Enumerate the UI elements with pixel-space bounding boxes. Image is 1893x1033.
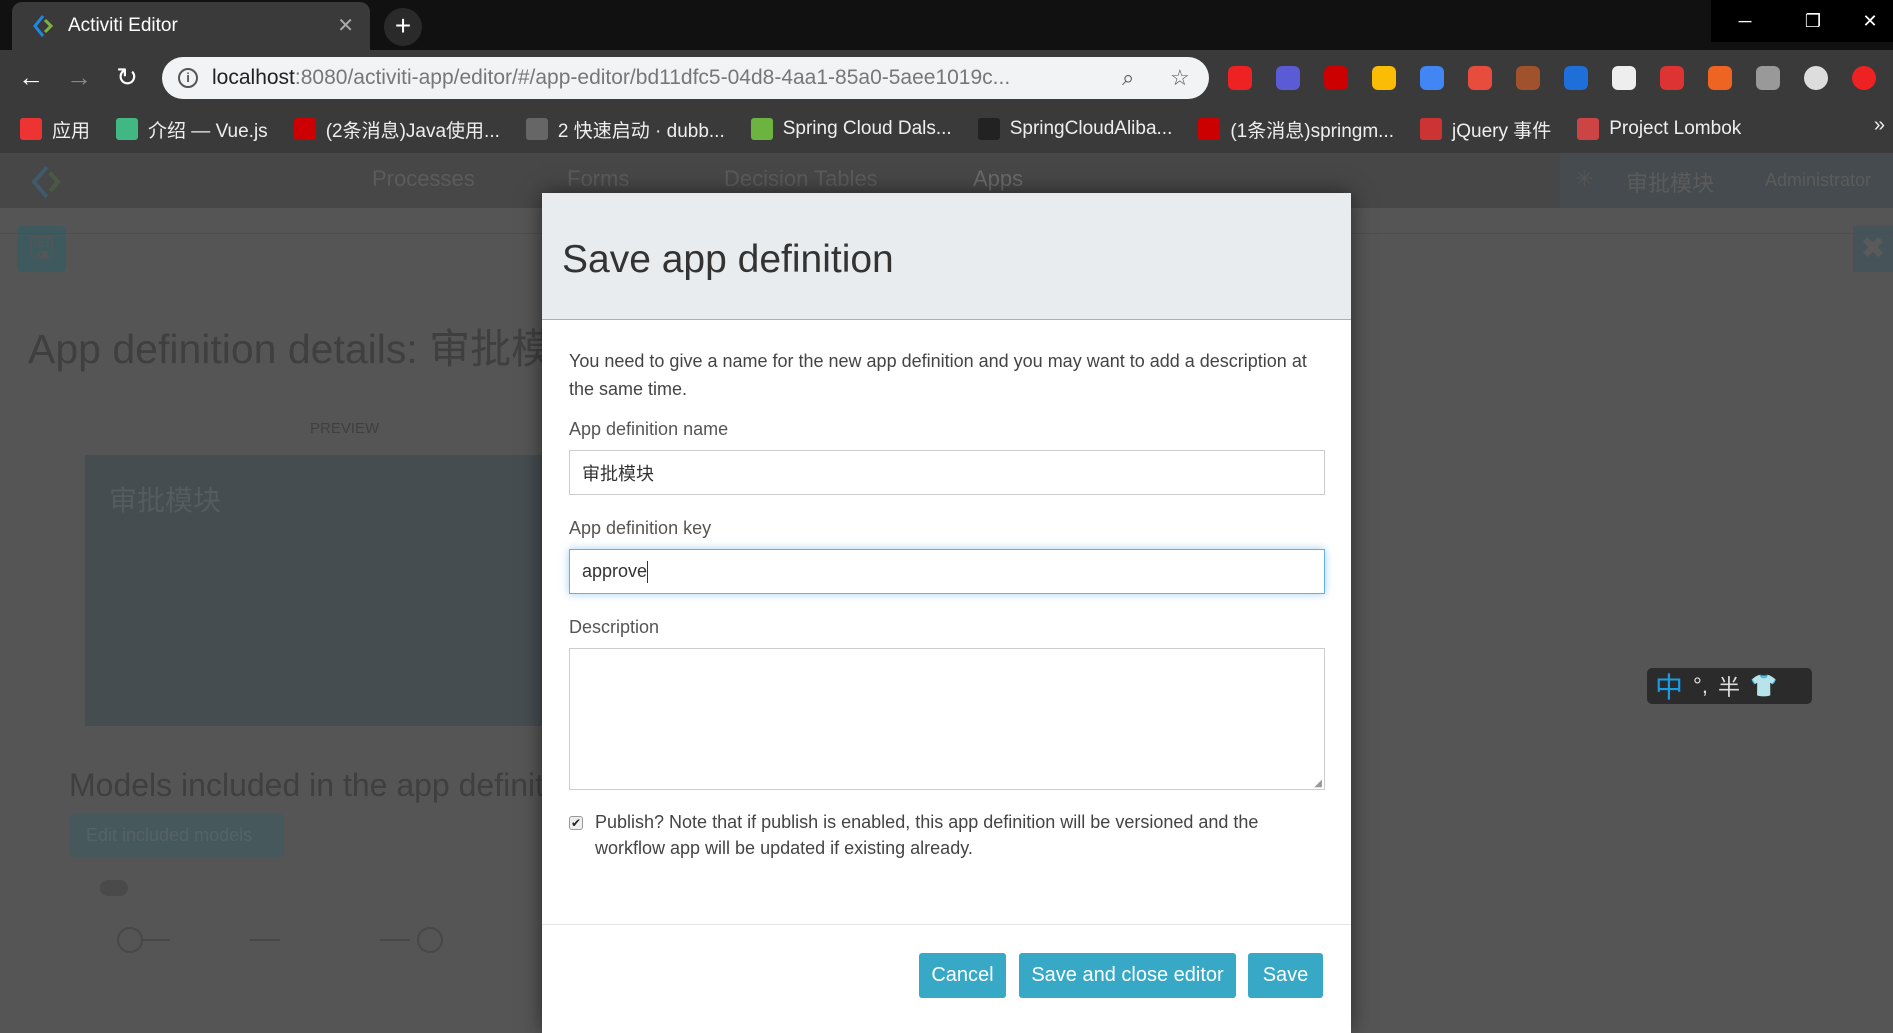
extension-icon[interactable] <box>1324 66 1348 90</box>
tile-name: 审批模块 <box>109 485 222 516</box>
bookmark-item[interactable]: SpringCloudAliba... <box>977 118 1173 140</box>
extension-icon[interactable] <box>1372 66 1396 90</box>
app-name-input[interactable]: 审批模块 <box>569 450 1325 495</box>
ime-toolbar[interactable]: 中 °, 半 👕 <box>1647 668 1812 704</box>
app-key-input[interactable]: approve <box>569 549 1325 594</box>
edit-models-button[interactable]: Edit included models <box>70 814 284 857</box>
github-icon <box>977 118 1000 140</box>
bookmarks-overflow-icon[interactable]: » <box>1874 114 1885 137</box>
info-icon[interactable]: i <box>178 68 198 88</box>
new-tab-button[interactable]: + <box>384 8 422 46</box>
csdn-icon <box>1198 118 1221 140</box>
header-app-name: 审批模块 <box>1626 171 1715 196</box>
extension-icon[interactable] <box>1660 66 1684 90</box>
bookmark-item[interactable]: Spring Cloud Dals... <box>750 118 952 140</box>
zoom-icon[interactable]: ⌕ <box>1122 65 1134 91</box>
description-textarea[interactable]: ◢ <box>569 648 1325 790</box>
save-and-close-button[interactable]: Save and close editor <box>1019 953 1236 998</box>
dialog-intro: You need to give a name for the new app … <box>569 351 1307 399</box>
bookmark-item[interactable]: 介绍 — Vue.js <box>116 116 268 143</box>
bookmark-label: 应用 <box>52 120 91 142</box>
nav-decision-tables[interactable]: Decision Tables <box>724 166 878 192</box>
ime-punct[interactable]: °, <box>1693 673 1708 699</box>
app-name-value: 审批模块 <box>582 463 654 484</box>
ime-mode[interactable]: 中 <box>1655 666 1683 706</box>
bookmark-label: Spring Cloud Dals... <box>782 118 952 139</box>
page-title: App definition details: 审批模块 <box>28 326 594 372</box>
back-icon[interactable]: ← <box>16 62 46 93</box>
extension-icon[interactable] <box>1468 66 1492 90</box>
dialog-title: Save app definition <box>562 238 894 281</box>
nav-processes[interactable]: Processes <box>372 166 475 192</box>
reload-icon[interactable]: ↻ <box>112 62 142 93</box>
preview-label: PREVIEW <box>310 420 380 437</box>
bookmark-label: Project Lombok <box>1609 118 1742 139</box>
vue-icon <box>116 118 139 140</box>
restore-button[interactable]: ❐ <box>1779 0 1847 42</box>
app-key-value: approve <box>582 561 648 581</box>
bookmark-label: 2 快速启动 · dubb... <box>557 120 725 142</box>
extension-icon[interactable] <box>1708 66 1732 90</box>
bookmark-item[interactable]: (1条消息)springm... <box>1198 116 1394 143</box>
publish-checkbox[interactable]: ✔ <box>569 816 583 830</box>
spring-icon <box>750 118 773 140</box>
minimize-button[interactable]: ─ <box>1711 0 1779 42</box>
apps-grid-icon <box>20 118 42 140</box>
app-preview-tile: 审批模块 <box>85 455 585 726</box>
process-thumbnail <box>100 880 443 953</box>
extension-icon[interactable] <box>1420 66 1444 90</box>
description-label: Description <box>569 617 660 637</box>
bookmark-label: 介绍 — Vue.js <box>148 120 268 142</box>
csdn-icon <box>293 118 316 140</box>
close-tab-icon[interactable]: ✕ <box>337 13 354 38</box>
book-icon <box>525 118 548 140</box>
footer-divider <box>542 924 1351 925</box>
extension-icon[interactable] <box>1564 66 1588 90</box>
tab-title: Activiti Editor <box>68 15 178 36</box>
activiti-logo-icon <box>33 15 54 37</box>
forward-icon[interactable]: → <box>64 62 94 93</box>
bookmark-label: jQuery 事件 <box>1452 120 1552 142</box>
address-bar[interactable]: i localhost:8080/activiti-app/editor/#/a… <box>162 57 1209 99</box>
jquery-icon <box>1420 118 1442 140</box>
bookmark-item[interactable]: 2 快速启动 · dubb... <box>525 116 725 143</box>
nav-apps[interactable]: Apps <box>973 166 1023 192</box>
extension-icon[interactable] <box>1276 66 1300 90</box>
dialog-header: Save app definition <box>542 193 1351 320</box>
save-app-definition-dialog: Save app definition You need to give a n… <box>542 193 1351 1033</box>
bookmark-label: (2条消息)Java使用... <box>325 120 500 142</box>
resize-handle-icon[interactable]: ◢ <box>1314 778 1322 789</box>
bookmark-item[interactable]: Project Lombok <box>1577 118 1741 140</box>
ime-width[interactable]: 半 <box>1718 670 1740 702</box>
bookmark-label: (1条消息)springm... <box>1230 120 1394 142</box>
bookmarks-bar: 应用 介绍 — Vue.js (2条消息)Java使用... 2 快速启动 · dub… <box>0 105 1893 153</box>
bookmark-star-icon[interactable]: ☆ <box>1170 65 1190 91</box>
bookmark-item[interactable]: (2条消息)Java使用... <box>293 116 500 143</box>
lombok-icon <box>1577 118 1600 140</box>
nav-forms[interactable]: Forms <box>567 166 629 192</box>
name-label: App definition name <box>569 419 729 439</box>
extension-icon[interactable] <box>1612 66 1636 90</box>
url-host: localhost <box>212 66 295 89</box>
extension-icon[interactable] <box>1516 66 1540 90</box>
extension-icon[interactable] <box>1756 66 1780 90</box>
close-window-button[interactable]: ✕ <box>1847 0 1893 42</box>
cancel-button[interactable]: Cancel <box>919 953 1006 998</box>
extension-icon[interactable] <box>1228 66 1252 90</box>
extension-icon[interactable] <box>1852 66 1876 90</box>
bookmark-item[interactable]: 应用 <box>20 116 90 143</box>
bookmark-item[interactable]: jQuery 事件 <box>1420 116 1551 143</box>
bookmark-label: SpringCloudAliba... <box>1009 118 1173 139</box>
url-path: :8080/activiti-app/editor/#/app-editor/b… <box>294 66 1011 89</box>
browser-tab[interactable]: Activiti Editor ✕ <box>12 2 370 50</box>
save-button[interactable]: Save <box>1248 953 1323 998</box>
key-label: App definition key <box>569 518 712 538</box>
app-icon: ✳ <box>1575 166 1594 191</box>
skin-shirt-icon[interactable]: 👕 <box>1750 673 1777 699</box>
app-logo-icon <box>31 165 61 199</box>
models-title: Models included in the app definition <box>69 767 587 803</box>
publish-text: Publish? Note that if publish is enabled… <box>595 812 1259 858</box>
user-menu[interactable]: Administrator <box>1765 170 1871 191</box>
extension-icon[interactable] <box>1804 66 1828 90</box>
